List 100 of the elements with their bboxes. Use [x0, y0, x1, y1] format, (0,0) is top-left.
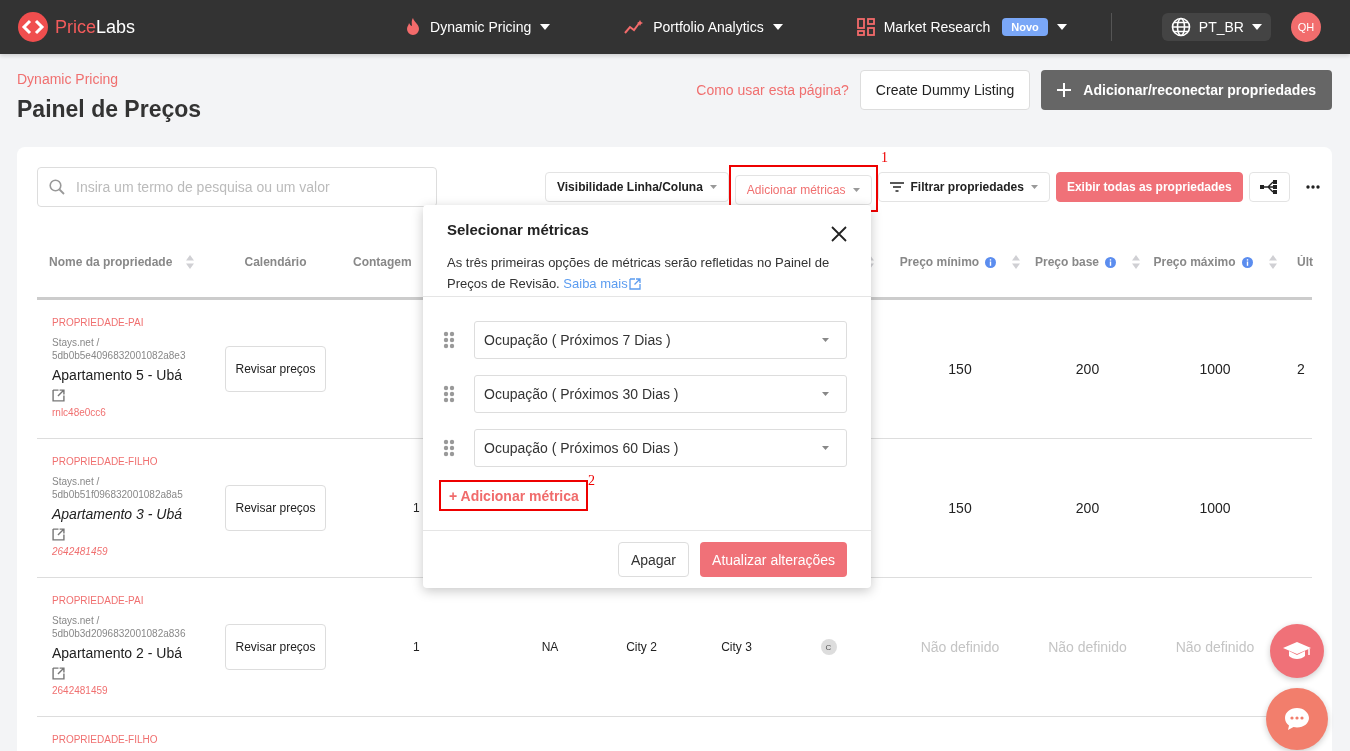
table-cell-text: 1000 [1198, 361, 1232, 377]
info-icon [1105, 256, 1116, 268]
drag-handle-icon[interactable] [443, 385, 455, 403]
caret-icon [1251, 24, 1262, 30]
property-type-label: PROPRIEDADE-PAI [52, 317, 145, 328]
table-cell-text: Não definido [1047, 639, 1128, 655]
caret-icon [1030, 185, 1038, 189]
close-icon[interactable] [831, 226, 847, 242]
property-name: Apartamento 3 - Ubá [52, 505, 183, 523]
table-cell-text: 200 [1074, 500, 1101, 516]
sort-icon [1268, 255, 1277, 269]
caret-icon [772, 24, 783, 30]
external-link-icon[interactable] [628, 277, 641, 290]
globe-icon [1170, 17, 1191, 37]
popup-title: Selecionar métricas [447, 221, 589, 238]
table-cell-text: City 3 [720, 640, 753, 654]
caret-icon [540, 24, 551, 30]
drag-handle-icon[interactable] [443, 439, 455, 457]
caret-icon [822, 338, 829, 342]
metric-select[interactable]: Ocupação ( Próximos 60 Dias ) [474, 429, 847, 467]
dropdown-button[interactable]: Visibilidade Linha/Coluna [545, 172, 729, 202]
annotation-number: 1 [881, 150, 888, 166]
search-field[interactable]: Insira um termo de pesquisa ou um valor [37, 167, 437, 207]
table-cell-text: Não definido [919, 639, 1001, 655]
table-cell-text: 1 [412, 501, 421, 515]
column-header: Nome da propriedade [49, 255, 173, 269]
grid-icon [856, 18, 875, 36]
column-header: Preço base [1034, 255, 1099, 269]
property-source: Stays.net / [52, 475, 101, 488]
column-header: Contagem [353, 255, 412, 269]
filter-icon [889, 182, 904, 192]
column-header: Preço mínimo [899, 255, 980, 269]
property-type-label: PROPRIEDADE-FILHO [52, 456, 159, 467]
language-selector[interactable]: PT_BR [1161, 13, 1271, 41]
listing-code: 2642481459 [52, 546, 109, 557]
review-prices-button[interactable]: Revisar preços [225, 485, 326, 531]
chart-icon [624, 19, 645, 35]
more-icon [1305, 185, 1320, 189]
property-id: 5db0b51f096832001082a8a5 [52, 488, 184, 501]
property-source: Stays.net / [52, 336, 101, 349]
metric-select[interactable]: Ocupação ( Próximos 30 Dias ) [474, 375, 847, 413]
drag-handle-icon[interactable] [443, 331, 455, 349]
filter-button[interactable]: Filtrar propriedades [877, 172, 1050, 202]
sort-icon [1012, 255, 1021, 269]
hierarchy-button[interactable] [1248, 172, 1290, 202]
logo-icon[interactable] [18, 12, 48, 42]
sort-icon [186, 255, 195, 269]
external-link-icon[interactable] [52, 389, 65, 402]
review-prices-button[interactable]: Revisar preços [225, 346, 326, 392]
table-cell-text: 1 [412, 640, 421, 654]
info-icon [1241, 256, 1253, 268]
add-properties-button[interactable]: Adicionar/reconectar propriedades [1041, 70, 1332, 110]
property-type-label: PROPRIEDADE-PAI [52, 595, 145, 606]
column-header: Últ [1297, 255, 1313, 269]
listing-code: rnlc48e0cc6 [52, 407, 107, 418]
sort-icon [1132, 255, 1140, 269]
table-cell-text: Não definido [1174, 639, 1256, 655]
create-listing-button[interactable]: Create Dummy Listing [859, 70, 1031, 110]
flame-icon [405, 18, 422, 36]
metric-select[interactable]: Ocupação ( Próximos 7 Dias ) [474, 321, 847, 359]
caret-icon [852, 188, 860, 192]
status-badge: C [820, 639, 837, 655]
graduation-cap-icon [1283, 642, 1311, 660]
table-cell-text: 200 [1074, 361, 1101, 377]
logo-text: Price [55, 16, 96, 38]
property-name: Apartamento 2 - Ubá [52, 644, 183, 662]
property-id: 5db0b5e4096832001082a8e3 [52, 349, 187, 362]
table-cell-text: City 2 [625, 640, 658, 654]
caret-icon [822, 446, 829, 450]
property-type-label: PROPRIEDADE-FILHO [52, 734, 159, 745]
caret-icon [822, 392, 829, 396]
listing-code: 2642481459 [52, 685, 109, 696]
nav-menu[interactable]: Market Research Novo [856, 18, 1067, 36]
caret-icon [709, 185, 717, 189]
table-cell-text: NA [540, 640, 560, 654]
table-cell-text: 1000 [1198, 500, 1232, 516]
chat-icon [1284, 707, 1310, 731]
annotation-number: 2 [588, 473, 595, 489]
table-cell-text: 150 [947, 361, 973, 377]
search-icon [49, 179, 65, 195]
hierarchy-icon [1260, 180, 1279, 194]
external-link-icon[interactable] [52, 528, 65, 541]
clear-button[interactable]: Apagar [617, 542, 690, 577]
caret-icon [1056, 24, 1067, 30]
table-cell-text: 150 [947, 500, 973, 516]
logo-text: Labs [96, 16, 136, 38]
external-link-icon[interactable] [52, 667, 65, 680]
info-icon [985, 256, 997, 268]
page-title: Painel de Preços [17, 96, 202, 123]
property-id: 5db0b3d2096832001082a836 [52, 627, 187, 640]
property-name: Apartamento 5 - Ubá [52, 366, 183, 384]
review-prices-button[interactable]: Revisar preços [225, 624, 326, 670]
property-source: Stays.net / [52, 614, 101, 627]
column-header: Preço máximo [1153, 255, 1236, 269]
column-header: Calendário [244, 255, 307, 269]
nav-menu[interactable]: Dynamic Pricing [405, 18, 551, 36]
table-cell-text: 2 [1296, 361, 1306, 377]
popup-description: As três primeiras opções de métricas serão refletidas no Painel de Preços de Revisão. Saiba mais [447, 252, 847, 294]
nav-menu[interactable]: Portfolio Analytics [624, 19, 783, 35]
plus-icon [1057, 83, 1072, 97]
